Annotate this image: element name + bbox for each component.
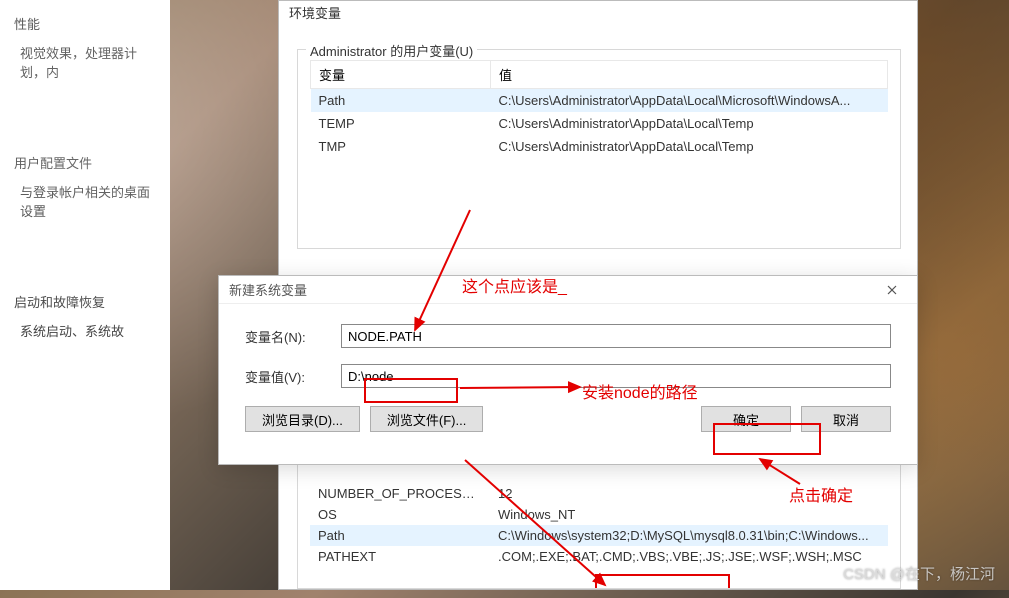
dialog-titlebar[interactable]: 新建系统变量: [219, 276, 917, 304]
col-header-value[interactable]: 值: [491, 61, 888, 89]
table-row[interactable]: NUMBER_OF_PROCESSORS 12: [310, 483, 888, 504]
table-row[interactable]: PATHEXT .COM;.EXE;.BAT;.CMD;.VBS;.VBE;.J…: [310, 546, 888, 567]
sys-vars-table[interactable]: NUMBER_OF_PROCESSORS 12 OS Windows_NT Pa…: [310, 483, 888, 567]
close-icon[interactable]: [873, 278, 911, 302]
dialog-title: 新建系统变量: [229, 280, 873, 299]
table-row[interactable]: Path C:\Windows\system32;D:\MySQL\mysql8…: [310, 525, 888, 546]
user-vars-fieldset: Administrator 的用户变量(U) 变量 值 Path C:\User…: [297, 49, 901, 249]
cancel-button[interactable]: 取消: [801, 406, 891, 432]
env-dialog-title: 环境变量: [289, 1, 341, 24]
table-row[interactable]: TMP C:\Users\Administrator\AppData\Local…: [311, 135, 888, 158]
table-row[interactable]: TEMP C:\Users\Administrator\AppData\Loca…: [311, 112, 888, 135]
user-vars-table[interactable]: 变量 值 Path C:\Users\Administrator\AppData…: [310, 60, 888, 158]
table-row[interactable]: Path C:\Users\Administrator\AppData\Loca…: [311, 89, 888, 113]
browse-dir-button[interactable]: 浏览目录(D)...: [245, 406, 360, 432]
var-name-input[interactable]: [341, 324, 891, 348]
user-vars-legend: Administrator 的用户变量(U): [306, 41, 477, 60]
var-name-label: 变量名(N):: [245, 327, 341, 346]
sys-vars-fieldset: NUMBER_OF_PROCESSORS 12 OS Windows_NT Pa…: [297, 463, 901, 589]
var-value-input[interactable]: [341, 364, 891, 388]
table-row[interactable]: OS Windows_NT: [310, 504, 888, 525]
browse-file-button[interactable]: 浏览文件(F)...: [370, 406, 483, 432]
var-value-label: 变量值(V):: [245, 367, 341, 386]
ok-button[interactable]: 确定: [701, 406, 791, 432]
new-variable-dialog: 新建系统变量 变量名(N): 变量值(V): 浏览目录(D)... 浏览文件(F…: [218, 275, 918, 465]
col-header-name[interactable]: 变量: [311, 61, 491, 89]
